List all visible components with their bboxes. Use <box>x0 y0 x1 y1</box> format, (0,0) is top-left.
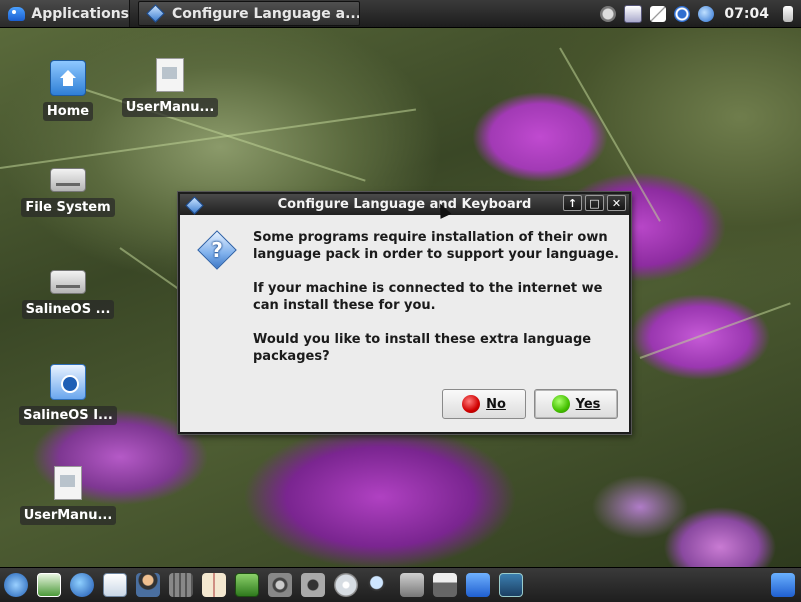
desktop-icon-label: SalineOS I... <box>19 406 117 425</box>
camera-icon[interactable] <box>301 573 325 597</box>
system-monitor-icon[interactable] <box>235 573 259 597</box>
text-editor-icon[interactable] <box>103 573 127 597</box>
document-icon <box>156 58 184 92</box>
message-paragraph: If your machine is connected to the inte… <box>253 281 603 313</box>
desktop-icon-label: UserManu... <box>19 506 117 525</box>
firefox-icon[interactable] <box>70 573 94 597</box>
drive-icon <box>50 168 86 192</box>
dialog-app-icon <box>146 4 165 23</box>
keyboard-icon[interactable] <box>624 4 643 23</box>
desktop-icon-file-system[interactable]: File System <box>18 160 118 217</box>
message-paragraph: Some programs require installation of th… <box>253 230 619 262</box>
home-folder-icon <box>50 60 86 96</box>
no-icon <box>462 395 481 413</box>
update-icon[interactable] <box>674 5 691 22</box>
disc-burner-icon[interactable] <box>334 573 358 597</box>
no-button-label: No <box>486 396 506 412</box>
globe-icon[interactable] <box>698 5 715 22</box>
dialog-titlebar[interactable]: Configure Language and Keyboard ↑ □ ✕ <box>180 194 629 215</box>
yes-button[interactable]: Yes <box>534 389 618 419</box>
speaker-icon[interactable] <box>268 573 292 597</box>
calculator-icon[interactable] <box>169 573 193 597</box>
configure-language-dialog: Configure Language and Keyboard ↑ □ ✕ ? … <box>178 192 631 434</box>
no-button[interactable]: No <box>442 389 526 419</box>
clock[interactable]: 07:04 <box>724 6 769 22</box>
document-icon <box>54 466 82 500</box>
message-paragraph: Would you like to install these extra la… <box>253 332 592 364</box>
network-config-icon[interactable] <box>400 573 424 597</box>
logout-icon[interactable] <box>783 5 793 22</box>
yes-button-label: Yes <box>575 396 601 412</box>
desktop-icon-salineos-disc[interactable]: SalineOS ... <box>18 262 118 319</box>
desktop-icon-label: UserManu... <box>121 98 219 117</box>
system-tray: 07:04 <box>600 0 801 27</box>
applications-menu-button[interactable]: Applications <box>0 0 130 27</box>
file-manager-icon[interactable] <box>466 573 490 597</box>
desktop-icon-salineos-installer[interactable]: SalineOS I... <box>18 364 118 425</box>
window-controls: ↑ □ ✕ <box>563 195 626 211</box>
bottom-dock <box>0 567 801 602</box>
image-viewer-icon[interactable] <box>37 573 61 597</box>
desktop-icon-label: File System <box>21 198 115 217</box>
search-icon[interactable] <box>367 573 391 597</box>
terminal-icon[interactable] <box>499 573 523 597</box>
applications-label: Applications <box>31 5 129 22</box>
saline-icon[interactable] <box>4 573 28 597</box>
dialog-message: Some programs require installation of th… <box>253 229 623 382</box>
dictionary-icon[interactable] <box>202 573 226 597</box>
dialog-title: Configure Language and Keyboard <box>277 197 532 212</box>
saline-logo-icon <box>8 6 26 21</box>
optical-drive-icon <box>50 270 86 294</box>
network-icon[interactable] <box>650 5 667 22</box>
printer-icon[interactable] <box>433 573 457 597</box>
taskbar-window-button[interactable]: Configure Language a... <box>138 1 360 26</box>
maximize-icon[interactable]: □ <box>585 195 604 211</box>
desktop-icon-label: SalineOS ... <box>21 300 115 319</box>
desktop-icon-usermanual-2[interactable]: UserManu... <box>18 466 118 525</box>
desktop-icon-home[interactable]: Home <box>18 60 118 121</box>
desktop-icon-usermanual-1[interactable]: UserManu... <box>120 58 220 117</box>
yes-icon <box>551 395 570 413</box>
volume-icon[interactable] <box>600 5 617 22</box>
trash-icon[interactable] <box>771 573 795 597</box>
user-admin-icon[interactable] <box>136 573 160 597</box>
top-panel: Applications Configure Language a... 07:… <box>0 0 801 28</box>
close-icon[interactable]: ✕ <box>607 195 626 211</box>
taskbar-window-title: Configure Language a... <box>172 5 360 22</box>
installer-icon <box>50 364 86 400</box>
up-arrow-icon[interactable]: ↑ <box>563 195 582 211</box>
question-icon: ? <box>197 230 237 270</box>
desktop-icon-label: Home <box>42 102 94 121</box>
